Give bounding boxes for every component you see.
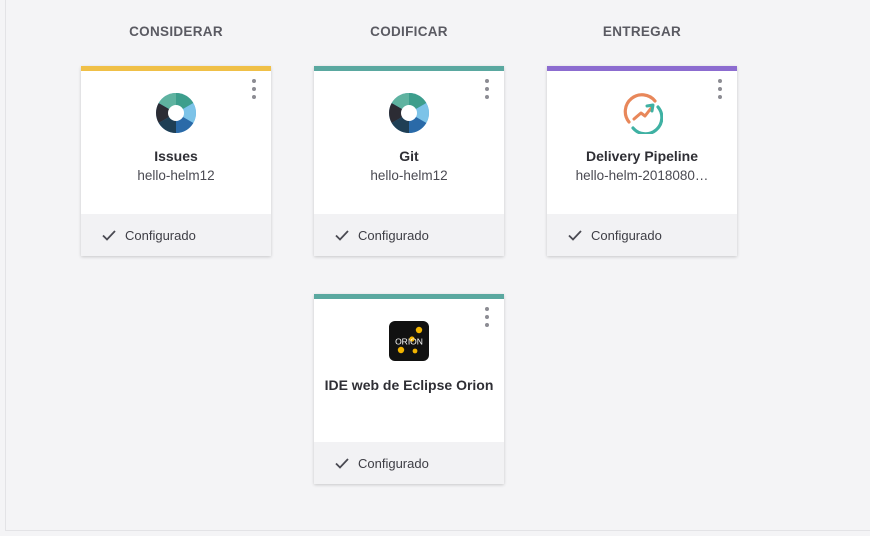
card-footer: Configurado [314,442,504,484]
column-header-code: CODIFICAR [370,24,448,39]
orion-logo-icon: ORION [389,321,429,361]
status-label: Configurado [358,227,429,243]
overflow-menu-icon[interactable] [482,79,492,103]
issues-logo-icon [156,93,196,133]
tool-card-git[interactable]: Git hello-helm12 Configurado [314,66,504,256]
orion-logo-text: ORION [395,337,423,347]
tool-card-issues[interactable]: Issues hello-helm12 Configurado [81,66,271,256]
card-category-bar [547,66,737,71]
card-subtitle: hello-helm12 [137,168,215,183]
card-subtitle: hello-helm12 [370,168,448,183]
status-label: Configurado [591,227,662,243]
card-category-bar [314,66,504,71]
status-label: Configurado [125,227,196,243]
card-footer: Configurado [547,214,737,256]
overflow-menu-icon[interactable] [482,307,492,331]
card-subtitle: hello-helm-2018080… [575,168,709,183]
overflow-menu-icon[interactable] [249,79,259,103]
column-header-deliver: ENTREGAR [602,24,682,39]
card-category-bar [81,66,271,71]
card-title: Issues [154,148,198,164]
tool-card-delivery-pipeline[interactable]: Delivery Pipeline hello-helm-2018080… Co… [547,66,737,256]
card-footer: Configurado [81,214,271,256]
tool-card-orion[interactable]: ORION IDE web de Eclipse Orion Configura… [314,294,504,484]
git-logo-icon [389,93,429,133]
card-title: Delivery Pipeline [585,148,699,164]
overflow-menu-icon[interactable] [715,79,725,103]
checkmark-icon [335,458,349,469]
column-header-consider: CONSIDERAR [129,24,223,39]
checkmark-icon [335,230,349,241]
card-footer: Configurado [314,214,504,256]
delivery-pipeline-icon [623,93,663,134]
checkmark-icon [102,230,116,241]
card-title: IDE web de Eclipse Orion [324,377,494,393]
status-label: Configurado [358,455,429,471]
card-title: Git [399,148,419,164]
checkmark-icon [568,230,582,241]
card-category-bar [314,294,504,299]
